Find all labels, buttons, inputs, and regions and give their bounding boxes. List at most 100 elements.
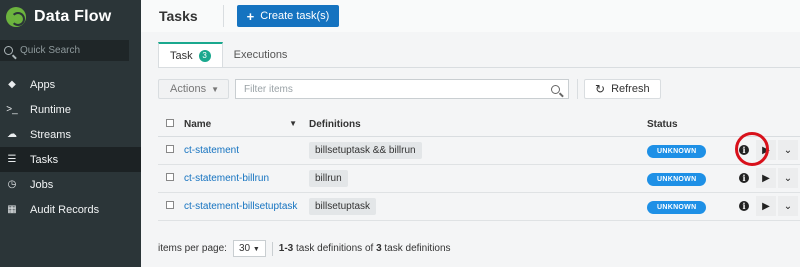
column-header-name: Name bbox=[184, 119, 212, 131]
task-name-link[interactable]: ct-statement-billrun bbox=[184, 173, 269, 184]
task-definition: billsetuptask && billrun bbox=[309, 141, 422, 159]
more-actions-button[interactable]: ⌄ bbox=[778, 140, 798, 160]
cloud-icon: ☁ bbox=[7, 128, 17, 140]
launch-button-highlight bbox=[735, 132, 769, 166]
task-count-badge: 3 bbox=[198, 49, 211, 62]
caret-down-icon: ▼ bbox=[252, 246, 260, 253]
pagination-summary-mid: task definitions of bbox=[296, 243, 374, 254]
sidebar-item-apps[interactable]: ◆ Apps bbox=[0, 72, 141, 97]
sidebar-item-runtime[interactable]: >_ Runtime bbox=[0, 97, 141, 122]
tab-divider bbox=[158, 67, 800, 68]
task-name-link[interactable]: ct-statement bbox=[184, 145, 239, 156]
row-checkbox[interactable] bbox=[166, 200, 174, 209]
sidebar-item-label: Streams bbox=[30, 128, 71, 141]
pagination-total: 3 bbox=[376, 243, 382, 254]
tab-task[interactable]: Task 3 bbox=[158, 42, 223, 67]
caret-down-icon: ▼ bbox=[211, 84, 219, 94]
sidebar-item-tasks[interactable]: ☰ Tasks bbox=[0, 147, 141, 172]
page-header: Tasks + Create task(s) bbox=[141, 0, 800, 32]
create-task-button[interactable]: + Create task(s) bbox=[236, 5, 340, 27]
tab-label: Task bbox=[170, 49, 193, 62]
header-divider bbox=[222, 5, 224, 27]
pagination-summary: 1-3 task definitions of 3 task definitio… bbox=[279, 243, 451, 254]
brand-title: Data Flow bbox=[34, 8, 112, 25]
quick-search-input[interactable]: Quick Search bbox=[0, 40, 129, 61]
row-checkbox[interactable] bbox=[166, 172, 174, 181]
sidebar-item-label: Tasks bbox=[30, 153, 59, 166]
refresh-label: Refresh bbox=[611, 83, 650, 95]
sort-icon[interactable]: ▼ bbox=[289, 119, 297, 128]
plus-icon: + bbox=[246, 8, 255, 24]
sidebar-item-streams[interactable]: ☁ Streams bbox=[0, 122, 141, 147]
row-actions: i ▶ ⌄ bbox=[727, 168, 800, 188]
items-per-page-label: items per page: bbox=[158, 243, 227, 254]
tag-icon: ◆ bbox=[8, 78, 16, 90]
page-title: Tasks bbox=[159, 8, 198, 24]
play-icon: ▶ bbox=[762, 172, 770, 184]
brand[interactable]: Data Flow bbox=[0, 0, 141, 34]
sidebar-nav: ◆ Apps >_ Runtime ☁ Streams ☰ Tasks ◷ Jo… bbox=[0, 72, 141, 222]
details-button[interactable]: i bbox=[734, 196, 754, 216]
sidebar-item-label: Runtime bbox=[30, 103, 71, 116]
sidebar-item-jobs[interactable]: ◷ Jobs bbox=[0, 172, 141, 197]
status-badge: UNKNOWN bbox=[647, 200, 707, 214]
more-actions-button[interactable]: ⌄ bbox=[778, 196, 798, 216]
sidebar-item-audit-records[interactable]: ▦ Audit Records bbox=[0, 197, 141, 222]
row-actions: i ▶ ⌄ bbox=[727, 196, 800, 216]
details-button[interactable]: i bbox=[734, 168, 754, 188]
more-actions-button[interactable]: ⌄ bbox=[778, 168, 798, 188]
status-badge: UNKNOWN bbox=[647, 172, 707, 186]
actions-dropdown[interactable]: Actions ▼ bbox=[158, 79, 229, 99]
sidebar-item-label: Audit Records bbox=[30, 203, 100, 216]
logo-icon bbox=[6, 7, 26, 27]
column-header-status: Status bbox=[639, 114, 719, 137]
info-icon: i bbox=[739, 201, 749, 211]
row-checkbox[interactable] bbox=[166, 144, 174, 153]
search-icon bbox=[4, 46, 13, 55]
refresh-icon: ↻ bbox=[595, 82, 606, 96]
toolbar: Actions ▼ Filter items ↻ Refresh bbox=[158, 77, 790, 101]
pagination-range: 1-3 bbox=[278, 243, 294, 254]
info-icon: i bbox=[739, 173, 749, 183]
per-page-value: 30 bbox=[238, 243, 251, 254]
sidebar-item-label: Jobs bbox=[30, 178, 54, 191]
table-row: ct-statement-billrun billrun UNKNOWN i ▶… bbox=[158, 164, 800, 193]
terminal-icon: >_ bbox=[6, 103, 18, 115]
quick-search-placeholder: Quick Search bbox=[20, 45, 81, 56]
tab-label: Executions bbox=[233, 48, 288, 61]
pagination: items per page: 30 ▼ 1-3 task definition… bbox=[158, 240, 451, 257]
footer-divider bbox=[271, 241, 273, 256]
table-header-row: Name ▼ Definitions Status bbox=[158, 114, 800, 137]
column-header-definitions: Definitions bbox=[301, 114, 639, 137]
toolbar-divider bbox=[577, 79, 578, 99]
tasks-table: Name ▼ Definitions Status ct-statement b… bbox=[158, 114, 800, 221]
create-task-label: Create task(s) bbox=[260, 10, 330, 22]
status-badge: UNKNOWN bbox=[647, 144, 707, 158]
chevron-down-icon: ⌄ bbox=[783, 172, 793, 184]
list-icon: ☰ bbox=[7, 153, 17, 165]
task-definition: billrun bbox=[309, 169, 348, 187]
search-icon bbox=[551, 84, 560, 94]
pagination-summary-end: task definitions bbox=[384, 243, 451, 254]
task-definition: billsetuptask bbox=[309, 197, 377, 215]
table-icon: ▦ bbox=[7, 203, 17, 215]
table-row: ct-statement billsetuptask && billrun UN… bbox=[158, 136, 800, 165]
filter-input[interactable]: Filter items bbox=[235, 79, 569, 99]
sidebar-item-label: Apps bbox=[30, 78, 56, 91]
per-page-select[interactable]: 30 ▼ bbox=[232, 240, 266, 257]
play-icon: ▶ bbox=[762, 200, 770, 212]
table-row: ct-statement-billsetuptask billsetuptask… bbox=[158, 192, 800, 221]
launch-button[interactable]: ▶ bbox=[756, 196, 776, 216]
sidebar: Data Flow Quick Search ◆ Apps >_ Runtime… bbox=[0, 0, 141, 267]
filter-placeholder: Filter items bbox=[244, 83, 293, 95]
clock-icon: ◷ bbox=[7, 178, 17, 190]
chevron-down-icon: ⌄ bbox=[783, 144, 793, 156]
select-all-checkbox[interactable] bbox=[166, 119, 174, 128]
refresh-button[interactable]: ↻ Refresh bbox=[584, 79, 661, 99]
tab-executions[interactable]: Executions bbox=[223, 42, 299, 67]
launch-button[interactable]: ▶ bbox=[756, 168, 776, 188]
task-name-link[interactable]: ct-statement-billsetuptask bbox=[184, 201, 297, 212]
actions-label: Actions bbox=[170, 83, 207, 95]
tabs: Task 3 Executions bbox=[158, 42, 298, 67]
chevron-down-icon: ⌄ bbox=[783, 200, 793, 212]
